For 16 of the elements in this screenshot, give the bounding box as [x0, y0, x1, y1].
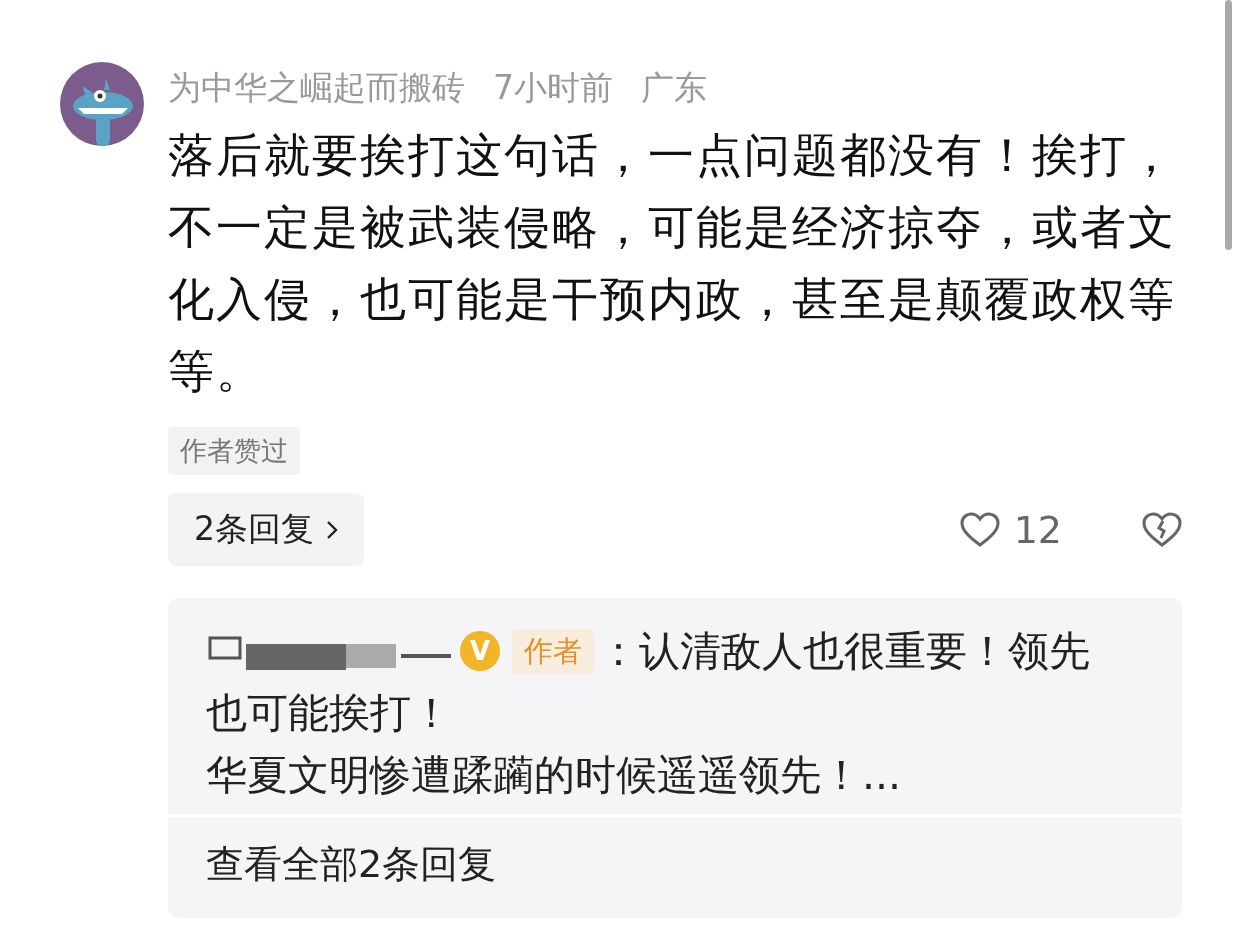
author-liked-tag: 作者赞过: [168, 427, 300, 475]
chevron-right-icon: [326, 519, 338, 540]
reply-text: 也可能挨打！: [206, 688, 452, 739]
view-all-replies-link[interactable]: 查看全部2条回复: [168, 817, 1182, 918]
like-icon[interactable]: [959, 511, 1000, 548]
like-count: 12: [1013, 507, 1062, 552]
replies-button[interactable]: 2条回复: [168, 493, 364, 566]
comment-text: 落后就要挨打这句话，一点问题都没有！挨打，不一定是被武装侵略，可能是经济掠夺，或者文化入侵，也可能是干预内政，甚至是颠覆政权等等。: [168, 127, 1177, 400]
author-tag: 作者: [512, 628, 594, 674]
reply-text: ：认清敌人也很重要！领先: [598, 626, 1090, 677]
broken-heart-icon[interactable]: [1142, 511, 1182, 548]
verified-badge: V: [460, 631, 500, 671]
post-time: 7小时前: [493, 67, 613, 109]
location: 广东: [641, 67, 707, 109]
reply-text: 华夏文明惨遭蹂躏的时候遥遥领先！...: [206, 750, 902, 801]
avatar-icon[interactable]: [60, 62, 144, 146]
